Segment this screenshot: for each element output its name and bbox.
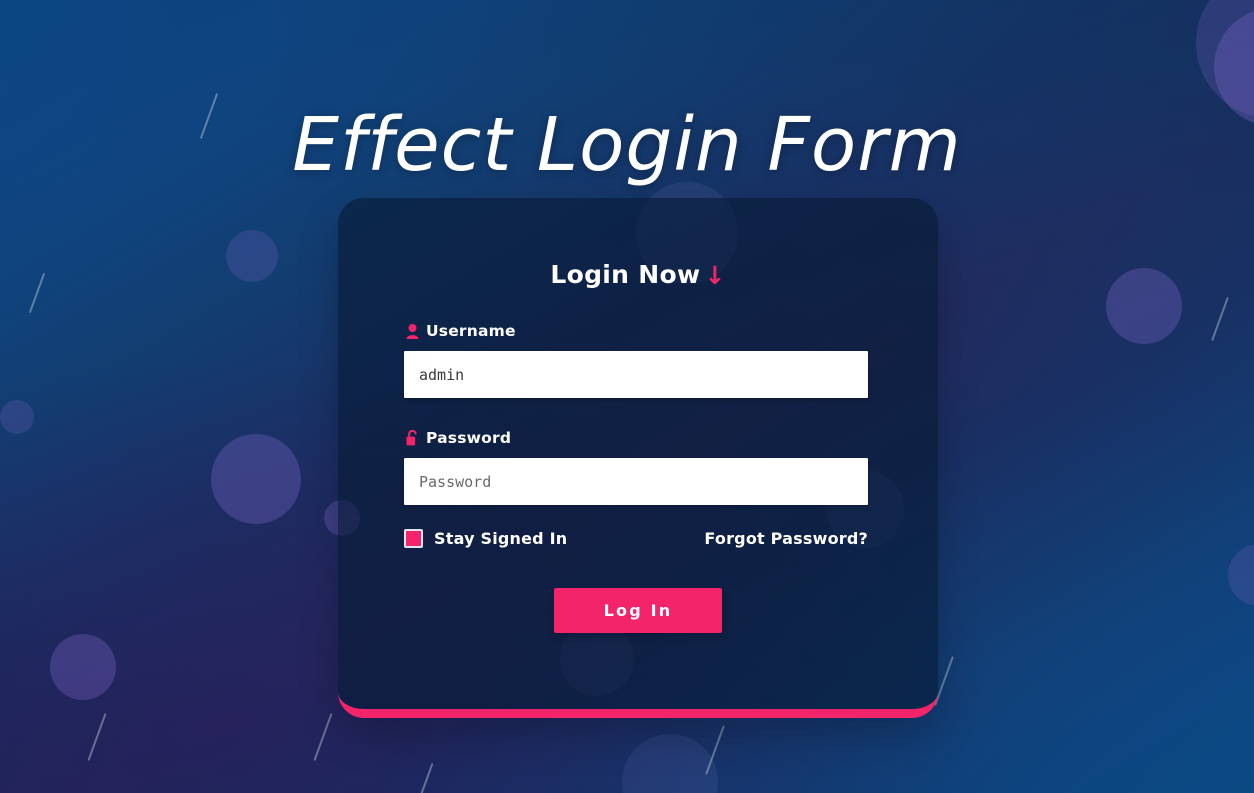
decorative-circle (1196, 0, 1254, 118)
decorative-circle (1228, 544, 1254, 606)
unlock-icon (406, 430, 419, 446)
decorative-slash (313, 713, 333, 761)
decorative-circle (50, 634, 116, 700)
login-card: Login Now ↓ Username admin Password Pass… (338, 198, 938, 718)
login-options-row: Stay Signed In Forgot Password? (404, 529, 868, 548)
decorative-slash (87, 713, 107, 761)
decorative-circle (0, 400, 34, 434)
decorative-slash (28, 272, 46, 314)
user-icon (406, 323, 419, 339)
page-title: Effect Login Form (292, 101, 962, 188)
card-heading: Login Now ↓ (404, 198, 872, 288)
decorative-circle (226, 230, 278, 282)
card-heading-text: Login Now (550, 260, 701, 289)
decorative-circle (1106, 268, 1182, 344)
decorative-slash (416, 762, 434, 793)
decorative-slash (1211, 297, 1229, 341)
forgot-password-link[interactable]: Forgot Password? (704, 529, 868, 548)
stay-signed-in-label: Stay Signed In (434, 529, 568, 548)
checkbox-box[interactable] (404, 529, 423, 548)
password-input[interactable] (404, 458, 868, 505)
password-label: Password (404, 429, 872, 447)
login-page: Effect Login Form Login Now ↓ Username a… (0, 0, 1254, 793)
decorative-slash (705, 725, 725, 775)
username-label-text: Username (426, 322, 516, 340)
username-label: Username (404, 322, 872, 340)
decorative-circle (211, 434, 301, 524)
decorative-circle (622, 734, 718, 793)
arrow-down-icon: ↓ (704, 261, 726, 290)
stay-signed-in-checkbox[interactable]: Stay Signed In (404, 529, 567, 548)
username-input[interactable] (404, 351, 868, 398)
log-in-button[interactable]: Log In (554, 588, 722, 633)
password-label-text: Password (426, 429, 512, 447)
